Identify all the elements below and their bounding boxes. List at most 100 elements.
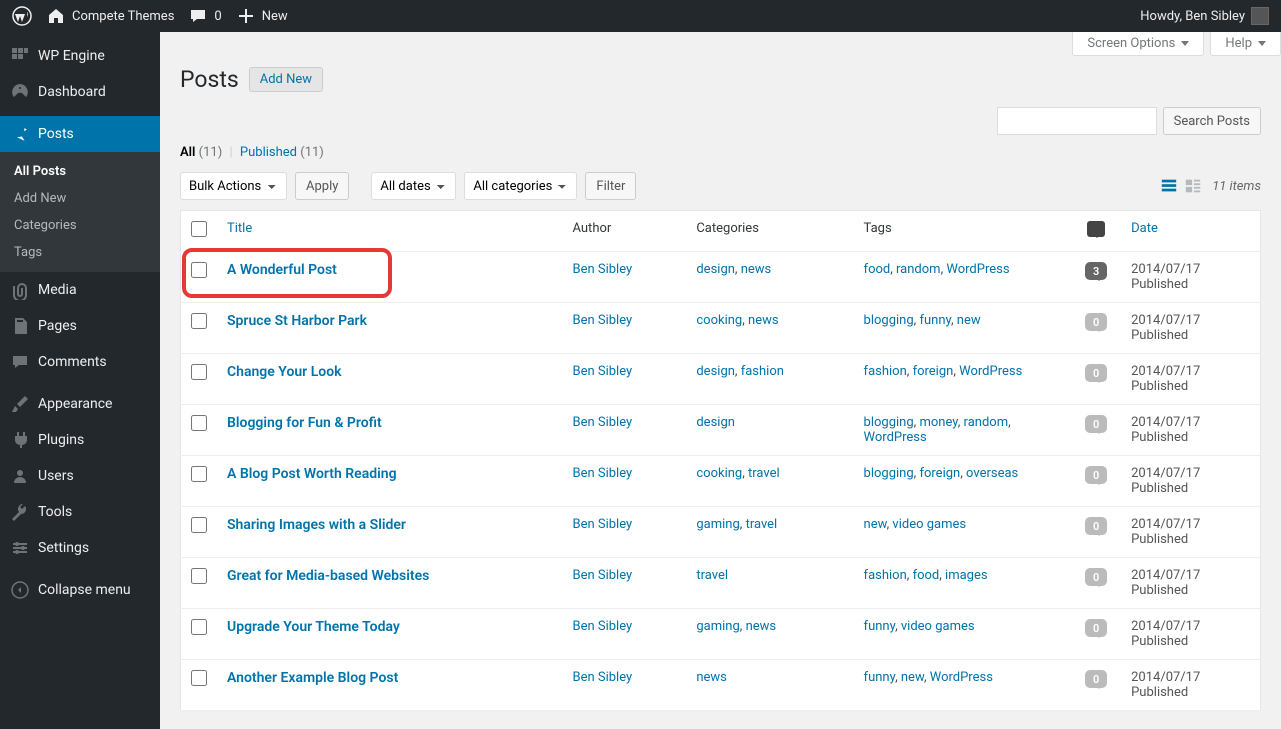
tag-link[interactable]: blogging — [864, 415, 914, 430]
author-link[interactable]: Ben Sibley — [572, 670, 632, 685]
wp-logo[interactable] — [12, 6, 32, 26]
row-checkbox[interactable] — [191, 517, 207, 533]
tag-link[interactable]: images — [945, 568, 988, 583]
category-link[interactable]: travel — [748, 466, 780, 481]
category-filter-select[interactable]: All categories — [464, 172, 577, 200]
category-link[interactable]: cooking — [696, 313, 742, 328]
post-title-link[interactable]: A Blog Post Worth Reading — [227, 466, 397, 482]
tag-link[interactable]: funny — [864, 670, 896, 685]
category-link[interactable]: design — [696, 262, 735, 277]
author-link[interactable]: Ben Sibley — [572, 262, 632, 277]
row-checkbox[interactable] — [191, 415, 207, 431]
author-link[interactable]: Ben Sibley — [572, 568, 632, 583]
tag-link[interactable]: funny — [919, 313, 951, 328]
comments-link[interactable]: 0 — [188, 6, 221, 26]
tag-link[interactable]: video games — [901, 619, 975, 634]
screen-options-button[interactable]: Screen Options — [1072, 32, 1204, 56]
row-checkbox[interactable] — [191, 619, 207, 635]
author-link[interactable]: Ben Sibley — [572, 313, 632, 328]
sidebar-item-plugins[interactable]: Plugins — [0, 422, 160, 458]
sidebar-item-dashboard[interactable]: Dashboard — [0, 74, 160, 110]
filter-button[interactable]: Filter — [585, 172, 636, 200]
row-checkbox[interactable] — [191, 568, 207, 584]
tag-link[interactable]: foreign — [913, 364, 954, 379]
add-new-button[interactable]: Add New — [249, 67, 323, 92]
category-link[interactable]: gaming — [696, 619, 739, 634]
sidebar-item-appearance[interactable]: Appearance — [0, 386, 160, 422]
tag-link[interactable]: blogging — [864, 466, 914, 481]
post-title-link[interactable]: Change Your Look — [227, 364, 342, 380]
sidebar-item-pages[interactable]: Pages — [0, 308, 160, 344]
sidebar-item-tools[interactable]: Tools — [0, 494, 160, 530]
tag-link[interactable]: WordPress — [930, 670, 993, 685]
author-link[interactable]: Ben Sibley — [572, 415, 632, 430]
sidebar-sub-add-new[interactable]: Add New — [0, 185, 160, 212]
post-title-link[interactable]: Sharing Images with a Slider — [227, 517, 406, 533]
tag-link[interactable]: random — [896, 262, 941, 277]
tag-link[interactable]: fashion — [864, 364, 907, 379]
bulk-actions-select[interactable]: Bulk Actions — [180, 172, 287, 200]
sidebar-sub-categories[interactable]: Categories — [0, 212, 160, 239]
author-link[interactable]: Ben Sibley — [572, 466, 632, 481]
tag-link[interactable]: foreign — [919, 466, 960, 481]
post-title-link[interactable]: A Wonderful Post — [227, 262, 337, 278]
filter-published[interactable]: Published — [240, 145, 297, 160]
search-input[interactable] — [997, 107, 1157, 135]
comment-count-bubble[interactable]: 0 — [1085, 619, 1107, 637]
comment-count-bubble[interactable]: 0 — [1085, 313, 1107, 331]
tag-link[interactable]: random — [964, 415, 1009, 430]
tag-link[interactable]: WordPress — [959, 364, 1022, 379]
column-date[interactable]: Date — [1121, 211, 1260, 252]
row-checkbox[interactable] — [191, 262, 207, 278]
row-checkbox[interactable] — [191, 466, 207, 482]
comment-count-bubble[interactable]: 0 — [1085, 415, 1107, 433]
comment-count-bubble[interactable]: 0 — [1085, 466, 1107, 484]
sidebar-item-settings[interactable]: Settings — [0, 530, 160, 566]
author-link[interactable]: Ben Sibley — [572, 619, 632, 634]
apply-button[interactable]: Apply — [295, 172, 349, 200]
tag-link[interactable]: new — [957, 313, 981, 328]
row-checkbox[interactable] — [191, 313, 207, 329]
search-button[interactable]: Search Posts — [1163, 107, 1261, 135]
tag-link[interactable]: new — [864, 517, 887, 532]
date-filter-select[interactable]: All dates — [371, 172, 456, 200]
site-name[interactable]: Compete Themes — [46, 6, 174, 26]
category-link[interactable]: design — [696, 364, 735, 379]
sidebar-item-media[interactable]: Media — [0, 272, 160, 308]
sidebar-item-posts[interactable]: Posts — [0, 116, 160, 152]
post-title-link[interactable]: Blogging for Fun & Profit — [227, 415, 382, 431]
comment-count-bubble[interactable]: 0 — [1085, 517, 1107, 535]
tag-link[interactable]: overseas — [966, 466, 1018, 481]
category-link[interactable]: news — [746, 619, 777, 634]
row-checkbox[interactable] — [191, 364, 207, 380]
user-greeting[interactable]: Howdy, Ben Sibley — [1140, 7, 1269, 25]
category-link[interactable]: news — [741, 262, 772, 277]
tag-link[interactable]: blogging — [864, 313, 914, 328]
tag-link[interactable]: funny — [864, 619, 896, 634]
comment-count-bubble[interactable]: 0 — [1085, 670, 1107, 688]
sidebar-sub-tags[interactable]: Tags — [0, 239, 160, 266]
help-button[interactable]: Help — [1210, 32, 1281, 56]
category-link[interactable]: design — [696, 415, 735, 430]
post-title-link[interactable]: Great for Media-based Websites — [227, 568, 429, 584]
category-link[interactable]: news — [696, 670, 727, 685]
comment-count-bubble[interactable]: 0 — [1085, 364, 1107, 382]
category-link[interactable]: gaming — [696, 517, 739, 532]
category-link[interactable]: cooking — [696, 466, 742, 481]
filter-all[interactable]: All — [180, 145, 195, 160]
category-link[interactable]: travel — [696, 568, 728, 583]
author-link[interactable]: Ben Sibley — [572, 364, 632, 379]
sidebar-collapse[interactable]: Collapse menu — [0, 572, 160, 608]
tag-link[interactable]: new — [901, 670, 924, 685]
column-title[interactable]: Title — [217, 211, 562, 252]
column-comments[interactable] — [1071, 211, 1121, 252]
tag-link[interactable]: video games — [892, 517, 966, 532]
sidebar-item-wpengine[interactable]: WP Engine — [0, 38, 160, 74]
tag-link[interactable]: WordPress — [864, 430, 927, 445]
tag-link[interactable]: money — [919, 415, 957, 430]
comment-count-bubble[interactable]: 0 — [1085, 568, 1107, 586]
tag-link[interactable]: WordPress — [946, 262, 1009, 277]
view-list-button[interactable] — [1158, 175, 1180, 197]
author-link[interactable]: Ben Sibley — [572, 517, 632, 532]
comment-count-bubble[interactable]: 3 — [1085, 262, 1107, 280]
